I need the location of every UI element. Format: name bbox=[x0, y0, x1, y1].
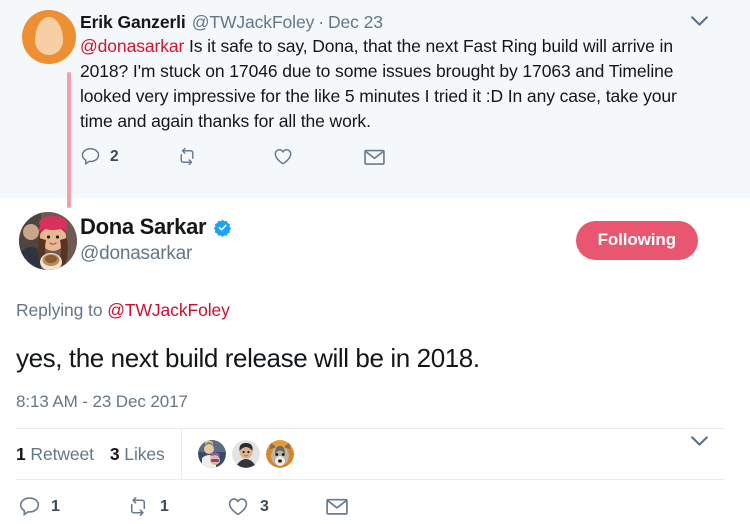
retweet-stat-label: Retweet bbox=[25, 443, 94, 464]
likes-stat-label: Likes bbox=[119, 443, 165, 464]
main-handle[interactable]: @donasarkar bbox=[80, 242, 576, 266]
retweet-stat[interactable]: 1 Retweet bbox=[16, 444, 94, 465]
main-retweet-count: 1 bbox=[160, 497, 169, 515]
verified-badge-icon bbox=[213, 218, 232, 237]
parent-reply-button[interactable]: 2 bbox=[80, 146, 176, 167]
replying-to-handle[interactable]: @TWJackFoley bbox=[107, 300, 230, 320]
main-reply-button[interactable]: 1 bbox=[18, 495, 126, 518]
parent-tweet-action-bar: 2 bbox=[80, 146, 736, 167]
mention-donasarkar[interactable]: @donasarkar bbox=[80, 36, 184, 56]
conversation-thread-line bbox=[67, 72, 71, 208]
parent-like-button[interactable] bbox=[272, 146, 364, 167]
main-tweet: Dona Sarkar @donasarkar Following Replyi… bbox=[0, 198, 750, 518]
parent-tweet-header: Erik Ganzerli @TWJackFoley · Dec 23 bbox=[80, 11, 736, 33]
parent-meta-separator: · bbox=[318, 12, 324, 32]
parent-timestamp[interactable]: Dec 23 bbox=[328, 11, 383, 33]
parent-tweet[interactable]: Erik Ganzerli @TWJackFoley · Dec 23 @don… bbox=[0, 0, 750, 208]
following-button[interactable]: Following bbox=[575, 221, 698, 260]
reply-icon bbox=[18, 495, 41, 518]
tweet-detail-page: Erik Ganzerli @TWJackFoley · Dec 23 @don… bbox=[0, 0, 750, 524]
main-like-button[interactable]: 3 bbox=[226, 495, 326, 518]
parent-retweet-button[interactable] bbox=[176, 146, 272, 167]
main-avatar-column bbox=[14, 212, 80, 270]
heart-icon bbox=[272, 146, 294, 167]
reply-icon bbox=[80, 146, 101, 167]
chevron-down-icon bbox=[690, 15, 708, 26]
envelope-icon bbox=[364, 148, 385, 166]
engager-avatars bbox=[182, 429, 300, 479]
parent-tweet-avatar[interactable] bbox=[22, 10, 76, 64]
main-tweet-more-options-button[interactable] bbox=[686, 430, 712, 452]
parent-tweet-text: @donasarkar Is it safe to say, Dona, tha… bbox=[80, 34, 680, 134]
main-tweet-action-bar: 1 1 3 bbox=[18, 495, 736, 518]
main-direct-message-button[interactable] bbox=[326, 497, 366, 516]
engager-avatar-2[interactable] bbox=[231, 440, 260, 468]
main-like-count: 3 bbox=[260, 497, 269, 515]
main-reply-count: 1 bbox=[51, 497, 60, 515]
main-retweet-button[interactable]: 1 bbox=[126, 495, 226, 518]
retweet-stat-count: 1 bbox=[16, 443, 26, 464]
parent-direct-message-button[interactable] bbox=[364, 148, 404, 166]
heart-icon bbox=[226, 495, 250, 518]
main-tweet-name-block: Dona Sarkar @donasarkar bbox=[80, 212, 576, 266]
replying-to-prefix: Replying to bbox=[16, 300, 108, 320]
parent-display-name[interactable]: Erik Ganzerli bbox=[80, 11, 186, 33]
dona-sarkar-profile-photo bbox=[19, 212, 77, 270]
parent-tweet-body: Erik Ganzerli @TWJackFoley · Dec 23 @don… bbox=[80, 10, 736, 167]
main-tweet-header: Dona Sarkar @donasarkar Following bbox=[14, 212, 736, 270]
envelope-icon bbox=[326, 497, 348, 516]
tweet-stats-strip: 1 Retweet 3 Likes bbox=[16, 428, 724, 480]
replying-to-line: Replying to @TWJackFoley bbox=[16, 300, 736, 321]
main-display-name[interactable]: Dona Sarkar bbox=[80, 214, 207, 240]
stats-counts: 1 Retweet 3 Likes bbox=[16, 429, 182, 479]
main-name-line: Dona Sarkar bbox=[80, 214, 576, 240]
main-tweet-text: yes, the next build release will be in 2… bbox=[16, 343, 480, 373]
engager-avatar-3[interactable] bbox=[265, 440, 294, 468]
main-tweet-avatar[interactable] bbox=[19, 212, 77, 270]
parent-avatar-column bbox=[14, 10, 80, 64]
likes-stat[interactable]: 3 Likes bbox=[110, 444, 165, 465]
retweet-icon bbox=[176, 146, 198, 167]
chevron-down-icon bbox=[690, 435, 708, 446]
engager-avatar-1[interactable] bbox=[197, 440, 226, 468]
parent-tweet-more-options-button[interactable] bbox=[686, 10, 712, 32]
main-tweet-timestamp[interactable]: 8:13 AM - 23 Dec 2017 bbox=[16, 392, 736, 412]
likes-stat-count: 3 bbox=[109, 443, 120, 464]
retweet-icon bbox=[126, 495, 150, 518]
parent-handle[interactable]: @TWJackFoley bbox=[192, 11, 315, 33]
parent-reply-count: 2 bbox=[110, 147, 119, 165]
